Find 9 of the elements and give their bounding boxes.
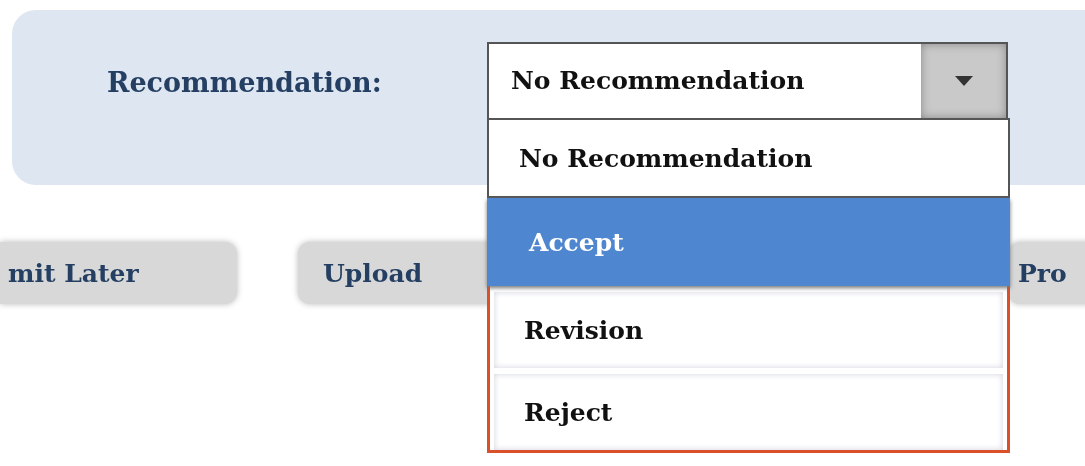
action-button[interactable]: mit Later (0, 242, 237, 304)
recommendation-label: Recommendation: (107, 67, 383, 98)
recommendation-select[interactable]: No Recommendation (487, 42, 1008, 120)
dropdown-option[interactable]: Revision (494, 292, 1003, 368)
dropdown-option[interactable]: Reject (494, 374, 1003, 450)
dropdown-option[interactable]: Accept (487, 198, 1010, 286)
caret-icon (953, 75, 974, 87)
dropdown-option[interactable]: No Recommendation (487, 118, 1010, 198)
action-button[interactable]: Pro (1008, 242, 1085, 304)
